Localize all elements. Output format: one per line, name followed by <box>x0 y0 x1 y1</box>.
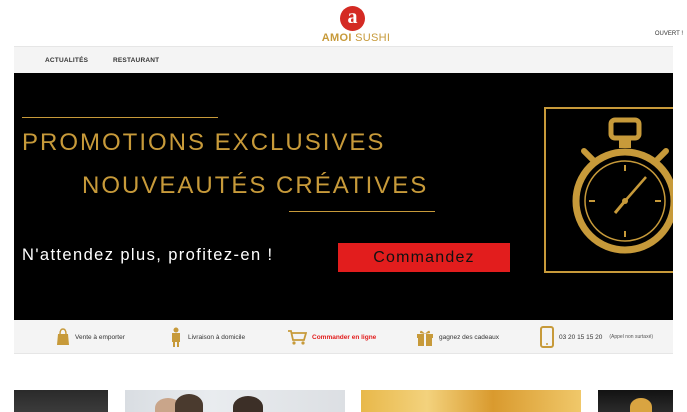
content-tile-3[interactable] <box>361 390 581 412</box>
shopping-bag-icon <box>57 328 69 345</box>
service-gifts-label: gagnez des cadeaux <box>439 333 499 341</box>
logo-text: AMOI SUSHI <box>316 32 396 44</box>
site-header: a AMOI SUSHI OUVERT ! <box>0 0 687 46</box>
food-image <box>630 398 652 412</box>
hero-title-line1: PROMOTIONS EXCLUSIVES <box>22 129 386 156</box>
service-gifts[interactable]: gagnez des cadeaux <box>416 320 499 354</box>
service-order-online[interactable]: Commander en ligne <box>287 320 376 354</box>
delivery-icon <box>172 327 180 347</box>
phone-number: 03 20 15 15 20 <box>559 333 603 341</box>
service-order-online-label: Commander en ligne <box>312 333 377 341</box>
service-takeaway[interactable]: Vente à emporter <box>56 320 125 354</box>
phone-note: (Appel non surtaxé) <box>609 334 654 340</box>
content-tile-1[interactable] <box>14 390 108 412</box>
cart-icon <box>288 330 307 345</box>
service-phone[interactable]: 03 20 15 15 20 (Appel non surtaxé) <box>540 320 653 354</box>
person-image-2 <box>233 396 263 412</box>
gift-icon <box>417 330 433 346</box>
open-status: OUVERT ! <box>654 31 683 37</box>
service-delivery-label: Livraison à domicile <box>188 333 246 341</box>
content-tile-2[interactable] <box>125 390 345 412</box>
logo[interactable]: a AMOI SUSHI <box>316 5 396 45</box>
logo-word-amoi: AMOI <box>321 32 352 44</box>
hero-rule-bottom <box>289 211 435 212</box>
order-button[interactable]: Commandez <box>338 243 510 272</box>
hero-rule-top <box>22 117 218 118</box>
logo-badge: a <box>340 6 365 31</box>
logo-word-sushi: SUSHI <box>355 32 391 44</box>
nav-item-actualites[interactable]: ACTUALITÉS <box>45 57 88 64</box>
stopwatch-icon <box>572 117 673 254</box>
service-takeaway-label: Vente à emporter <box>75 333 125 341</box>
service-delivery[interactable]: Livraison à domicile <box>169 320 245 354</box>
phone-icon <box>540 326 554 348</box>
hero-subtitle: N'attendez plus, profitez-en ! <box>22 246 274 264</box>
main-nav: ACTUALITÉS RESTAURANT <box>14 46 673 73</box>
hero-title-line2: NOUVEAUTÉS CRÉATIVES <box>82 172 429 199</box>
nav-item-restaurant[interactable]: RESTAURANT <box>113 57 159 64</box>
services-bar: Vente à emporter Livraison à domicile Co… <box>14 320 673 354</box>
content-tile-4[interactable] <box>598 390 673 412</box>
person-hair-image <box>175 394 203 412</box>
hero-banner[interactable]: PROMOTIONS EXCLUSIVES NOUVEAUTÉS CRÉATIV… <box>14 73 673 320</box>
